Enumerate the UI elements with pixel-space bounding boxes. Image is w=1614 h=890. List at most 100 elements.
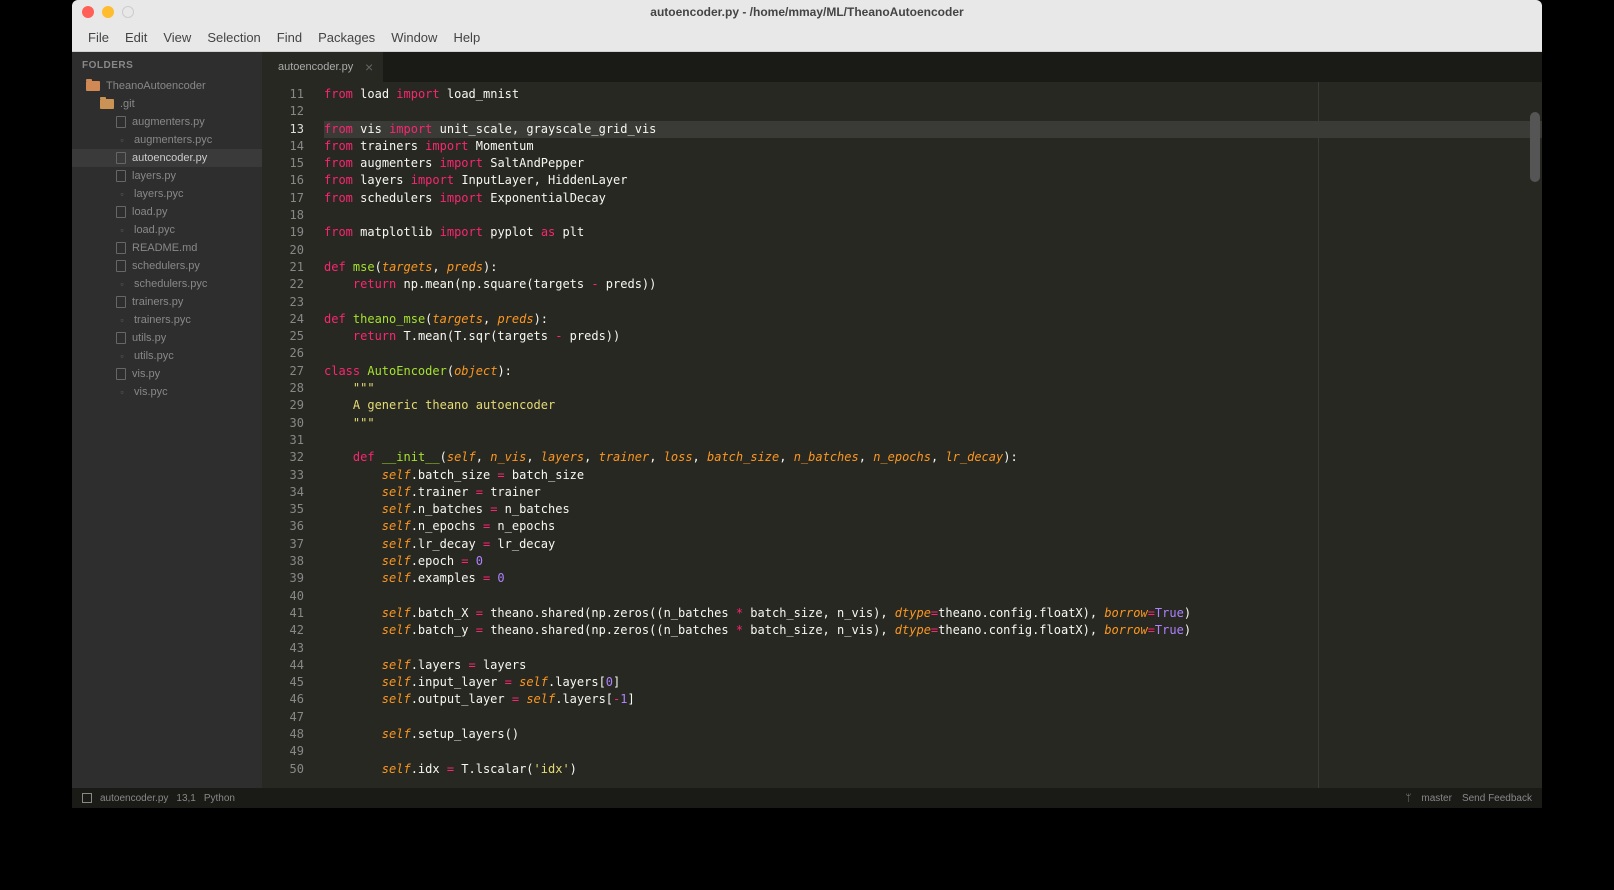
pyc-icon: ▫ (116, 134, 128, 146)
code-area[interactable]: from load import load_mnist from vis imp… (316, 82, 1542, 788)
code-line[interactable]: class AutoEncoder(object): (324, 363, 1542, 380)
code-line[interactable]: A generic theano autoencoder (324, 397, 1542, 414)
code-line[interactable]: self.batch_y = theano.shared(np.zeros((n… (324, 622, 1542, 639)
tree-item-augmenters-py[interactable]: augmenters.py (72, 113, 262, 131)
code-line[interactable] (324, 207, 1542, 224)
tree-label: .git (120, 98, 135, 110)
code-line[interactable]: return T.mean(T.sqr(targets - preds)) (324, 328, 1542, 345)
code-line[interactable] (324, 588, 1542, 605)
tree-item-TheanoAutoencoder[interactable]: TheanoAutoencoder (72, 77, 262, 95)
code-line[interactable]: self.n_epochs = n_epochs (324, 518, 1542, 535)
pyc-icon: ▫ (116, 314, 128, 326)
menu-selection[interactable]: Selection (199, 27, 268, 48)
code-line[interactable] (324, 294, 1542, 311)
code-line[interactable]: self.examples = 0 (324, 570, 1542, 587)
menu-edit[interactable]: Edit (117, 27, 155, 48)
folder-icon (86, 81, 100, 91)
tab-label: autoencoder.py (278, 61, 353, 73)
tree-label: layers.pyc (134, 188, 184, 200)
code-line[interactable]: from trainers import Momentum (324, 138, 1542, 155)
status-language[interactable]: Python (204, 793, 235, 804)
send-feedback-link[interactable]: Send Feedback (1462, 793, 1532, 804)
tree-item-utils-pyc[interactable]: ▫utils.pyc (72, 347, 262, 365)
tree-item-utils-py[interactable]: utils.py (72, 329, 262, 347)
code-line[interactable]: from matplotlib import pyplot as plt (324, 224, 1542, 241)
code-line[interactable]: def mse(targets, preds): (324, 259, 1542, 276)
tree-item-layers-pyc[interactable]: ▫layers.pyc (72, 185, 262, 203)
code-line[interactable]: self.batch_size = batch_size (324, 467, 1542, 484)
tree-item-load-pyc[interactable]: ▫load.pyc (72, 221, 262, 239)
window-controls (72, 6, 134, 18)
menu-packages[interactable]: Packages (310, 27, 383, 48)
editor-pane: autoencoder.py × 11121314151617181920212… (262, 52, 1542, 788)
status-cursor-pos[interactable]: 13,1 (176, 793, 195, 804)
tree-item-schedulers-pyc[interactable]: ▫schedulers.pyc (72, 275, 262, 293)
window-title: autoencoder.py - /home/mmay/ML/TheanoAut… (650, 5, 963, 19)
code-line[interactable]: self.idx = T.lscalar('idx') (324, 761, 1542, 778)
git-branch-icon: ᛘ (1405, 793, 1411, 804)
status-file[interactable]: autoencoder.py (100, 793, 168, 804)
menu-help[interactable]: Help (445, 27, 488, 48)
code-line[interactable]: self.trainer = trainer (324, 484, 1542, 501)
code-line[interactable]: self.layers = layers (324, 657, 1542, 674)
close-tab-icon[interactable]: × (365, 59, 373, 75)
code-line[interactable]: def __init__(self, n_vis, layers, traine… (324, 449, 1542, 466)
code-line[interactable]: self.batch_X = theano.shared(np.zeros((n… (324, 605, 1542, 622)
code-line[interactable]: self.epoch = 0 (324, 553, 1542, 570)
file-status-icon (82, 793, 92, 803)
tab-autoencoder[interactable]: autoencoder.py × (262, 52, 383, 82)
tree-item-autoencoder-py[interactable]: autoencoder.py (72, 149, 262, 167)
code-line[interactable]: def theano_mse(targets, preds): (324, 311, 1542, 328)
tree-item-load-py[interactable]: load.py (72, 203, 262, 221)
menu-window[interactable]: Window (383, 27, 445, 48)
tree-item-vis-py[interactable]: vis.py (72, 365, 262, 383)
tree-item--git[interactable]: .git (72, 95, 262, 113)
sidebar-header: FOLDERS (72, 52, 262, 77)
tree-item-vis-pyc[interactable]: ▫vis.pyc (72, 383, 262, 401)
code-line[interactable]: return np.mean(np.square(targets - preds… (324, 276, 1542, 293)
code-line[interactable]: from layers import InputLayer, HiddenLay… (324, 172, 1542, 189)
menu-file[interactable]: File (80, 27, 117, 48)
tree-item-trainers-pyc[interactable]: ▫trainers.pyc (72, 311, 262, 329)
statusbar: autoencoder.py 13,1 Python ᛘ master Send… (72, 788, 1542, 808)
code-line[interactable]: from augmenters import SaltAndPepper (324, 155, 1542, 172)
close-window-icon[interactable] (82, 6, 94, 18)
status-branch[interactable]: master (1421, 793, 1452, 804)
tree-label: trainers.py (132, 296, 183, 308)
code-line[interactable] (324, 709, 1542, 726)
minimize-window-icon[interactable] (102, 6, 114, 18)
tree-item-README-md[interactable]: README.md (72, 239, 262, 257)
code-line[interactable]: """ (324, 380, 1542, 397)
code-line[interactable] (324, 640, 1542, 657)
code-line[interactable]: from schedulers import ExponentialDecay (324, 190, 1542, 207)
code-line[interactable] (324, 743, 1542, 760)
titlebar: autoencoder.py - /home/mmay/ML/TheanoAut… (72, 0, 1542, 24)
maximize-window-icon[interactable] (122, 6, 134, 18)
code-line[interactable] (324, 103, 1542, 120)
folder-icon (100, 99, 114, 109)
tree-item-schedulers-py[interactable]: schedulers.py (72, 257, 262, 275)
tree-item-layers-py[interactable]: layers.py (72, 167, 262, 185)
scrollbar-thumb[interactable] (1530, 112, 1540, 182)
code-line[interactable]: from load import load_mnist (324, 86, 1542, 103)
code-line[interactable]: self.output_layer = self.layers[-1] (324, 691, 1542, 708)
code-line[interactable]: self.setup_layers() (324, 726, 1542, 743)
menu-find[interactable]: Find (269, 27, 310, 48)
menu-view[interactable]: View (155, 27, 199, 48)
editor[interactable]: 1112131415161718192021222324252627282930… (262, 82, 1542, 788)
code-line[interactable]: """ (324, 415, 1542, 432)
gutter: 1112131415161718192021222324252627282930… (262, 82, 316, 788)
tree-item-augmenters-pyc[interactable]: ▫augmenters.pyc (72, 131, 262, 149)
file-icon (116, 242, 126, 254)
ruler (1318, 82, 1319, 788)
code-line[interactable]: self.lr_decay = lr_decay (324, 536, 1542, 553)
code-line[interactable] (324, 345, 1542, 362)
code-line[interactable] (324, 432, 1542, 449)
code-line[interactable]: from vis import unit_scale, grayscale_gr… (324, 121, 1542, 138)
code-line[interactable]: self.n_batches = n_batches (324, 501, 1542, 518)
code-line[interactable] (324, 242, 1542, 259)
code-line[interactable]: self.input_layer = self.layers[0] (324, 674, 1542, 691)
menubar: FileEditViewSelectionFindPackagesWindowH… (72, 24, 1542, 52)
file-icon (116, 170, 126, 182)
tree-item-trainers-py[interactable]: trainers.py (72, 293, 262, 311)
